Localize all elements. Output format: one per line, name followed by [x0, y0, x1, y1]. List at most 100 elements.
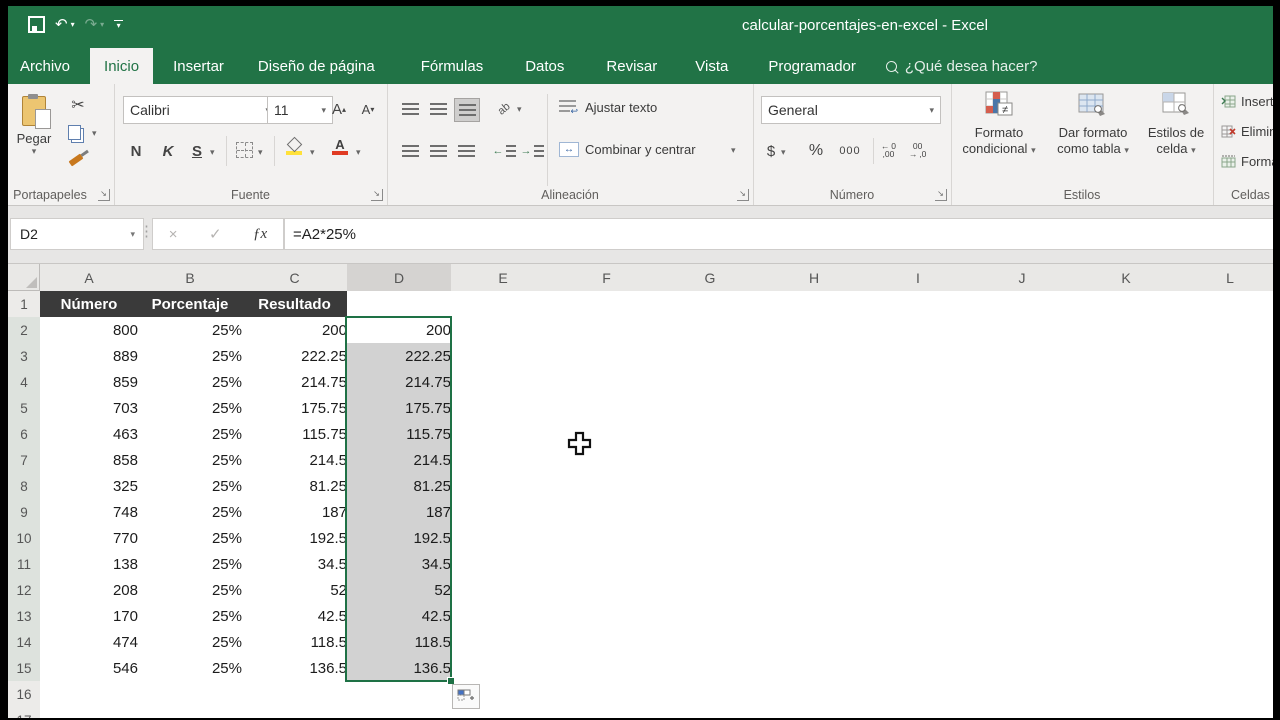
cell-E3[interactable]	[451, 343, 561, 370]
cell-A7[interactable]: 858	[40, 447, 144, 474]
cell-D16[interactable]	[347, 681, 457, 708]
cell-L14[interactable]	[1178, 629, 1280, 656]
cell-F4[interactable]	[555, 369, 664, 396]
cell-B2[interactable]: 25%	[138, 317, 248, 344]
cell-D5[interactable]: 175.75	[347, 395, 457, 422]
cell-L10[interactable]	[1178, 525, 1280, 552]
cell-E14[interactable]	[451, 629, 561, 656]
cell-B9[interactable]: 25%	[138, 499, 248, 526]
cell-C3[interactable]: 222.25	[242, 343, 353, 370]
cell-J9[interactable]	[970, 499, 1080, 526]
cell-C1[interactable]: Resultado	[242, 291, 348, 318]
cell-K11[interactable]	[1074, 551, 1184, 578]
cell-K2[interactable]	[1074, 317, 1184, 344]
cell-B5[interactable]: 25%	[138, 395, 248, 422]
cell-B13[interactable]: 25%	[138, 603, 248, 630]
cell-J11[interactable]	[970, 551, 1080, 578]
column-header-G[interactable]: G	[658, 264, 763, 292]
cell-A6[interactable]: 463	[40, 421, 144, 448]
cell-G14[interactable]	[658, 629, 768, 656]
cell-L11[interactable]	[1178, 551, 1280, 578]
cell-H4[interactable]	[762, 369, 872, 396]
cell-B4[interactable]: 25%	[138, 369, 248, 396]
column-header-A[interactable]: A	[40, 264, 139, 292]
cell-G12[interactable]	[658, 577, 768, 604]
cell-C14[interactable]: 118.5	[242, 629, 353, 656]
cell-K13[interactable]	[1074, 603, 1184, 630]
cell-L5[interactable]	[1178, 395, 1280, 422]
select-all-corner[interactable]	[8, 264, 40, 291]
cell-F3[interactable]	[555, 343, 664, 370]
cell-L1[interactable]	[1178, 291, 1280, 318]
cell-H7[interactable]	[762, 447, 872, 474]
cell-J16[interactable]	[970, 681, 1080, 708]
cell-D4[interactable]: 214.75	[347, 369, 457, 396]
cell-J5[interactable]	[970, 395, 1080, 422]
cell-F13[interactable]	[555, 603, 664, 630]
cell-C5[interactable]: 175.75	[242, 395, 353, 422]
cell-E12[interactable]	[451, 577, 561, 604]
column-header-B[interactable]: B	[138, 264, 243, 292]
cell-H6[interactable]	[762, 421, 872, 448]
cell-C12[interactable]: 52	[242, 577, 353, 604]
cell-L8[interactable]	[1178, 473, 1280, 500]
cell-E4[interactable]	[451, 369, 561, 396]
cell-F8[interactable]	[555, 473, 664, 500]
column-header-K[interactable]: K	[1074, 264, 1179, 292]
cell-F15[interactable]	[555, 655, 664, 682]
column-header-E[interactable]: E	[451, 264, 556, 292]
cell-K7[interactable]	[1074, 447, 1184, 474]
cell-F9[interactable]	[555, 499, 664, 526]
autofill-options-button[interactable]	[452, 684, 480, 709]
column-header-L[interactable]: L	[1178, 264, 1280, 292]
cell-G9[interactable]	[658, 499, 768, 526]
cell-C8[interactable]: 81.25	[242, 473, 353, 500]
cell-J2[interactable]	[970, 317, 1080, 344]
cell-H11[interactable]	[762, 551, 872, 578]
cell-C7[interactable]: 214.5	[242, 447, 353, 474]
cell-B7[interactable]: 25%	[138, 447, 248, 474]
column-header-C[interactable]: C	[242, 264, 348, 292]
cell-B15[interactable]: 25%	[138, 655, 248, 682]
cell-E13[interactable]	[451, 603, 561, 630]
cell-I10[interactable]	[866, 525, 976, 552]
cell-D3[interactable]: 222.25	[347, 343, 457, 370]
cell-B11[interactable]: 25%	[138, 551, 248, 578]
cell-K6[interactable]	[1074, 421, 1184, 448]
cell-H16[interactable]	[762, 681, 872, 708]
row-header-15[interactable]: 15	[8, 655, 42, 682]
cell-L12[interactable]	[1178, 577, 1280, 604]
row-header-16[interactable]: 16	[8, 681, 41, 708]
cell-H9[interactable]	[762, 499, 872, 526]
cell-H5[interactable]	[762, 395, 872, 422]
cell-F12[interactable]	[555, 577, 664, 604]
cell-I15[interactable]	[866, 655, 976, 682]
cell-B1[interactable]: Porcentaje	[138, 291, 243, 318]
cell-G6[interactable]	[658, 421, 768, 448]
cell-H12[interactable]	[762, 577, 872, 604]
cell-K1[interactable]	[1074, 291, 1184, 318]
cell-E10[interactable]	[451, 525, 561, 552]
cell-J1[interactable]	[970, 291, 1080, 318]
cell-B12[interactable]: 25%	[138, 577, 248, 604]
cell-L15[interactable]	[1178, 655, 1280, 682]
row-header-14[interactable]: 14	[8, 629, 42, 656]
cell-K15[interactable]	[1074, 655, 1184, 682]
cell-A4[interactable]: 859	[40, 369, 144, 396]
cell-J6[interactable]	[970, 421, 1080, 448]
row-header-12[interactable]: 12	[8, 577, 42, 604]
cell-J14[interactable]	[970, 629, 1080, 656]
cell-K3[interactable]	[1074, 343, 1184, 370]
cell-G4[interactable]	[658, 369, 768, 396]
cell-C10[interactable]: 192.5	[242, 525, 353, 552]
cell-K9[interactable]	[1074, 499, 1184, 526]
cell-I3[interactable]	[866, 343, 976, 370]
cell-B6[interactable]: 25%	[138, 421, 248, 448]
cell-E15[interactable]	[451, 655, 561, 682]
cell-G3[interactable]	[658, 343, 768, 370]
cell-C2[interactable]: 200	[242, 317, 353, 344]
cell-L7[interactable]	[1178, 447, 1280, 474]
cell-J8[interactable]	[970, 473, 1080, 500]
cell-K5[interactable]	[1074, 395, 1184, 422]
cell-E1[interactable]	[451, 291, 561, 318]
